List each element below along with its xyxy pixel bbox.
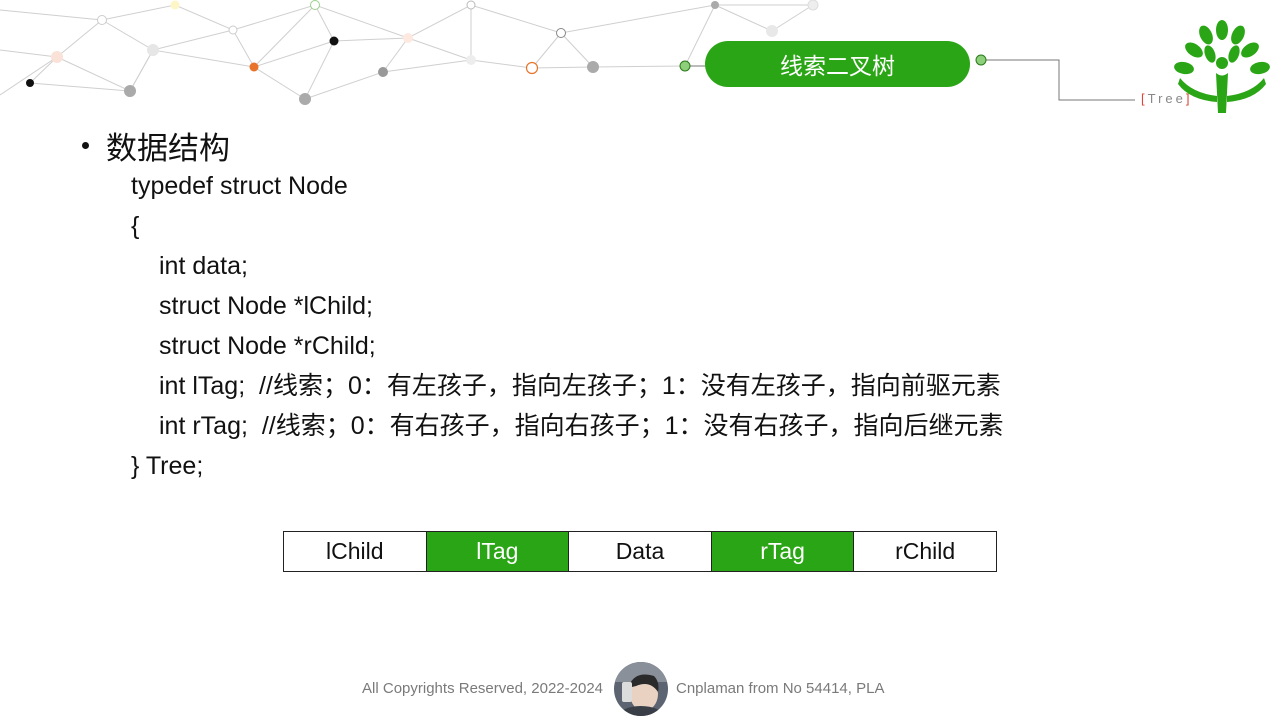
- field-rchild: rChild: [854, 532, 996, 571]
- tag-bracket-open: [: [1141, 91, 1148, 106]
- tree-logo-icon: [1174, 20, 1270, 113]
- footer-copyright: All Copyrights Reserved, 2022-2024: [362, 680, 603, 697]
- code-line: } Tree;: [131, 452, 204, 480]
- field-data: Data: [569, 532, 712, 571]
- code-line: int data;: [159, 252, 248, 280]
- node-structure-table: lChild lTag Data rTag rChild: [283, 531, 997, 572]
- field-ltag: lTag: [426, 532, 570, 571]
- section-heading-text: 数据结构: [106, 131, 230, 166]
- code-line: {: [131, 212, 140, 240]
- avatar: [614, 662, 668, 716]
- code-line: struct Node *rChild;: [159, 332, 376, 360]
- slide-title-text: 线索二叉树: [780, 53, 895, 79]
- code-line: struct Node *lChild;: [159, 292, 373, 320]
- code-line: int rTag; //线索；0：有右孩子，指向右孩子；1：没有右孩子，指向后继…: [159, 412, 1004, 440]
- code-line: typedef struct Node: [131, 172, 348, 200]
- field-lchild: lChild: [284, 532, 427, 571]
- slide-title: 线索二叉树: [705, 41, 970, 87]
- section-heading: 数据结构: [82, 123, 230, 168]
- field-rtag: rTag: [711, 532, 855, 571]
- footer-author: Cnplaman from No 54414, PLA: [676, 680, 885, 697]
- code-line: int lTag; //线索；0：有左孩子，指向左孩子；1：没有左孩子，指向前驱…: [159, 372, 1001, 400]
- code-block: typedef struct Node { int data; struct N…: [131, 166, 1004, 486]
- bullet-icon: [82, 142, 89, 149]
